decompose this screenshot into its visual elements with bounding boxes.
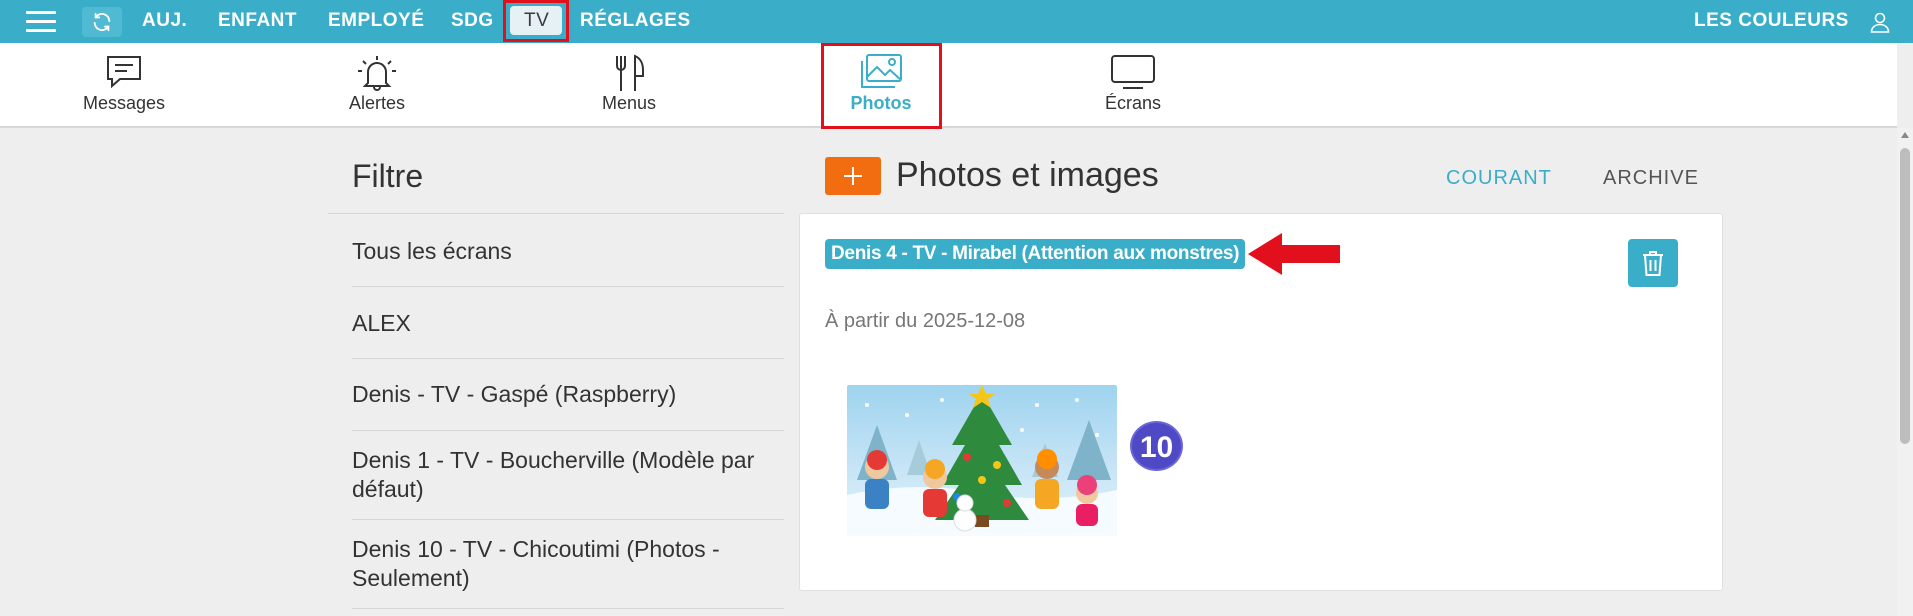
divider bbox=[352, 358, 784, 359]
divider bbox=[352, 286, 784, 287]
divider bbox=[352, 608, 784, 609]
subnav-messages-label: Messages bbox=[82, 93, 166, 113]
section-navbar: Messages Alertes Menus Photos Écrans bbox=[0, 43, 1897, 128]
subnav-screens[interactable]: Écrans bbox=[1083, 43, 1183, 128]
nav-sdg[interactable]: SDG bbox=[451, 0, 494, 43]
delete-button[interactable] bbox=[1628, 239, 1678, 287]
menu-icon[interactable] bbox=[26, 11, 56, 33]
subnav-alerts-label: Alertes bbox=[348, 93, 406, 113]
nav-child[interactable]: ENFANT bbox=[218, 0, 297, 43]
user-icon[interactable] bbox=[1868, 10, 1892, 34]
subnav-menus[interactable]: Menus bbox=[579, 43, 679, 128]
photos-tab-annotation bbox=[821, 43, 942, 129]
filter-item-gaspe[interactable]: Denis - TV - Gaspé (Raspberry) bbox=[352, 380, 752, 409]
scrollbar-thumb[interactable] bbox=[1900, 148, 1910, 444]
divider bbox=[352, 430, 784, 431]
photo-count-badge: 10 bbox=[1130, 421, 1183, 471]
filter-item-boucherville[interactable]: Denis 1 - TV - Boucherville (Modèle par … bbox=[352, 446, 757, 504]
message-icon bbox=[107, 56, 141, 89]
page-title: Photos et images bbox=[896, 156, 1159, 194]
photo-thumbnail[interactable] bbox=[847, 385, 1117, 536]
plus-icon bbox=[844, 167, 862, 185]
subnav-alerts[interactable]: Alertes bbox=[327, 43, 427, 128]
tv-tab-annotation bbox=[503, 0, 569, 42]
subnav-menus-label: Menus bbox=[601, 93, 657, 113]
nav-settings[interactable]: RÉGLAGES bbox=[580, 0, 691, 43]
utensils-icon bbox=[616, 54, 644, 91]
scroll-up-icon[interactable] bbox=[1901, 132, 1909, 138]
nav-today[interactable]: AUJ. bbox=[142, 0, 187, 43]
add-photo-button[interactable] bbox=[825, 157, 881, 195]
trash-icon bbox=[1643, 251, 1663, 276]
refresh-button[interactable] bbox=[82, 7, 122, 37]
tab-archive[interactable]: ARCHIVE bbox=[1603, 167, 1699, 190]
filter-item-chicoutimi[interactable]: Denis 10 - TV - Chicoutimi (Photos - Seu… bbox=[352, 535, 757, 593]
filter-item-alex[interactable]: ALEX bbox=[352, 309, 752, 338]
start-date: À partir du 2025-12-08 bbox=[825, 310, 1026, 332]
nav-employee[interactable]: EMPLOYÉ bbox=[328, 0, 424, 43]
christmas-illustration bbox=[847, 385, 1117, 536]
subnav-messages[interactable]: Messages bbox=[74, 43, 174, 128]
tab-current[interactable]: COURANT bbox=[1446, 167, 1552, 190]
divider bbox=[328, 213, 784, 214]
subnav-screens-label: Écrans bbox=[1104, 93, 1162, 113]
screen-badge: Denis 4 - TV - Mirabel (Attention aux mo… bbox=[825, 239, 1246, 269]
bell-icon bbox=[358, 56, 396, 91]
divider bbox=[352, 519, 784, 520]
monitor-icon bbox=[1111, 55, 1155, 89]
filter-item-all[interactable]: Tous les écrans bbox=[352, 237, 752, 266]
top-navbar: AUJ. ENFANT EMPLOYÉ SDG TV RÉGLAGES LES … bbox=[0, 0, 1913, 43]
refresh-icon bbox=[93, 12, 111, 32]
nav-colors[interactable]: LES COULEURS bbox=[1694, 0, 1849, 43]
filter-title: Filtre bbox=[352, 158, 424, 194]
arrow-left-icon bbox=[1248, 233, 1340, 275]
